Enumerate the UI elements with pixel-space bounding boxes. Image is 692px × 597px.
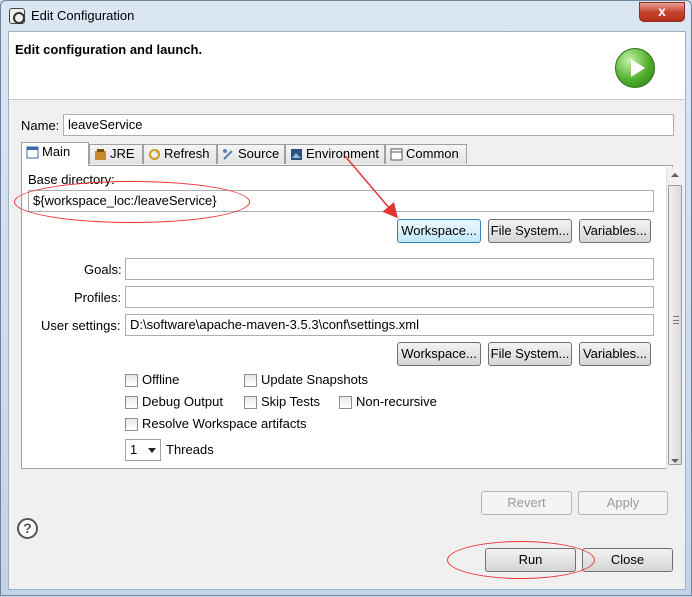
threads-value: 1 <box>130 442 138 457</box>
help-icon[interactable]: ? <box>17 518 38 539</box>
file-system-button-settings[interactable]: File System... <box>488 342 572 366</box>
tab-refresh-label: Refresh <box>164 146 210 161</box>
update-snapshots-label: Update Snapshots <box>261 372 368 387</box>
profiles-label: Profiles: <box>74 290 121 305</box>
window-title: Edit Configuration <box>31 8 135 23</box>
name-label: Name: <box>21 118 60 133</box>
close-button[interactable]: Close <box>582 548 673 572</box>
threads-label: Threads <box>166 442 214 457</box>
eclipse-config-icon <box>9 8 25 24</box>
tab-source-label: Source <box>238 146 280 161</box>
skip-tests-label: Skip Tests <box>261 394 321 409</box>
non-recursive-checkbox[interactable] <box>339 396 352 409</box>
goals-input[interactable] <box>125 258 654 280</box>
tab-refresh[interactable]: Refresh <box>143 144 217 164</box>
user-settings-input[interactable]: D:\software\apache-maven-3.5.3\conf\sett… <box>125 314 654 336</box>
resolve-workspace-label: Resolve Workspace artifacts <box>142 416 307 431</box>
offline-checkbox[interactable] <box>125 374 138 387</box>
scroll-down-arrow-icon[interactable] <box>671 459 679 463</box>
dialog-client-area: Edit configuration and launch. Name: lea… <box>8 31 686 590</box>
revert-button[interactable]: Revert <box>481 491 572 515</box>
workspace-button-settings[interactable]: Workspace... <box>397 342 481 366</box>
environment-icon <box>291 149 302 160</box>
scrollbar-thumb[interactable] <box>668 185 682 465</box>
annotation-ellipse-base-dir <box>14 181 250 223</box>
tab-source[interactable]: Source <box>217 144 285 164</box>
jre-icon <box>95 149 106 160</box>
name-input[interactable]: leaveService <box>63 114 674 136</box>
main-tab-icon <box>26 146 39 159</box>
banner-heading: Edit configuration and launch. <box>15 42 203 57</box>
tab-jre-label: JRE <box>110 146 135 161</box>
window-close-button[interactable]: x <box>639 2 685 22</box>
resolve-workspace-checkbox[interactable] <box>125 418 138 431</box>
tab-environment-label: Environment <box>306 146 379 161</box>
variables-button-settings[interactable]: Variables... <box>579 342 651 366</box>
tab-common-label: Common <box>406 146 459 161</box>
non-recursive-label: Non-recursive <box>356 394 437 409</box>
tab-main-label: Main <box>42 144 71 159</box>
chevron-down-icon <box>148 448 156 453</box>
tab-environment[interactable]: Environment <box>285 144 385 164</box>
debug-output-label: Debug Output <box>142 394 223 409</box>
update-snapshots-checkbox[interactable] <box>244 374 257 387</box>
dialog-banner: Edit configuration and launch. <box>9 32 685 100</box>
panel-scrollbar[interactable] <box>666 167 683 469</box>
variables-button-base[interactable]: Variables... <box>579 219 651 243</box>
goals-label: Goals: <box>84 262 122 277</box>
source-icon <box>223 149 233 160</box>
tab-common[interactable]: Common <box>385 144 467 164</box>
profiles-input[interactable] <box>125 286 654 308</box>
workspace-button-base[interactable]: Workspace... <box>397 219 481 243</box>
skip-tests-checkbox[interactable] <box>244 396 257 409</box>
offline-label: Offline <box>142 372 180 387</box>
tab-jre[interactable]: JRE <box>89 144 143 164</box>
threads-select[interactable]: 1 <box>125 439 161 461</box>
title-bar: Edit Configuration x <box>1 1 691 31</box>
scroll-grip-icon <box>673 316 679 324</box>
apply-button[interactable]: Apply <box>578 491 668 515</box>
user-settings-label: User settings: <box>41 318 121 333</box>
scroll-up-arrow-icon[interactable] <box>671 173 679 177</box>
debug-output-checkbox[interactable] <box>125 396 138 409</box>
edit-configuration-dialog: Edit Configuration x Edit configuration … <box>0 0 692 596</box>
refresh-icon <box>149 149 160 160</box>
common-icon <box>390 148 403 161</box>
file-system-button-base[interactable]: File System... <box>488 219 572 243</box>
annotation-ellipse-run <box>447 541 595 579</box>
launch-run-icon <box>615 48 655 88</box>
tab-main[interactable]: Main <box>21 142 89 166</box>
